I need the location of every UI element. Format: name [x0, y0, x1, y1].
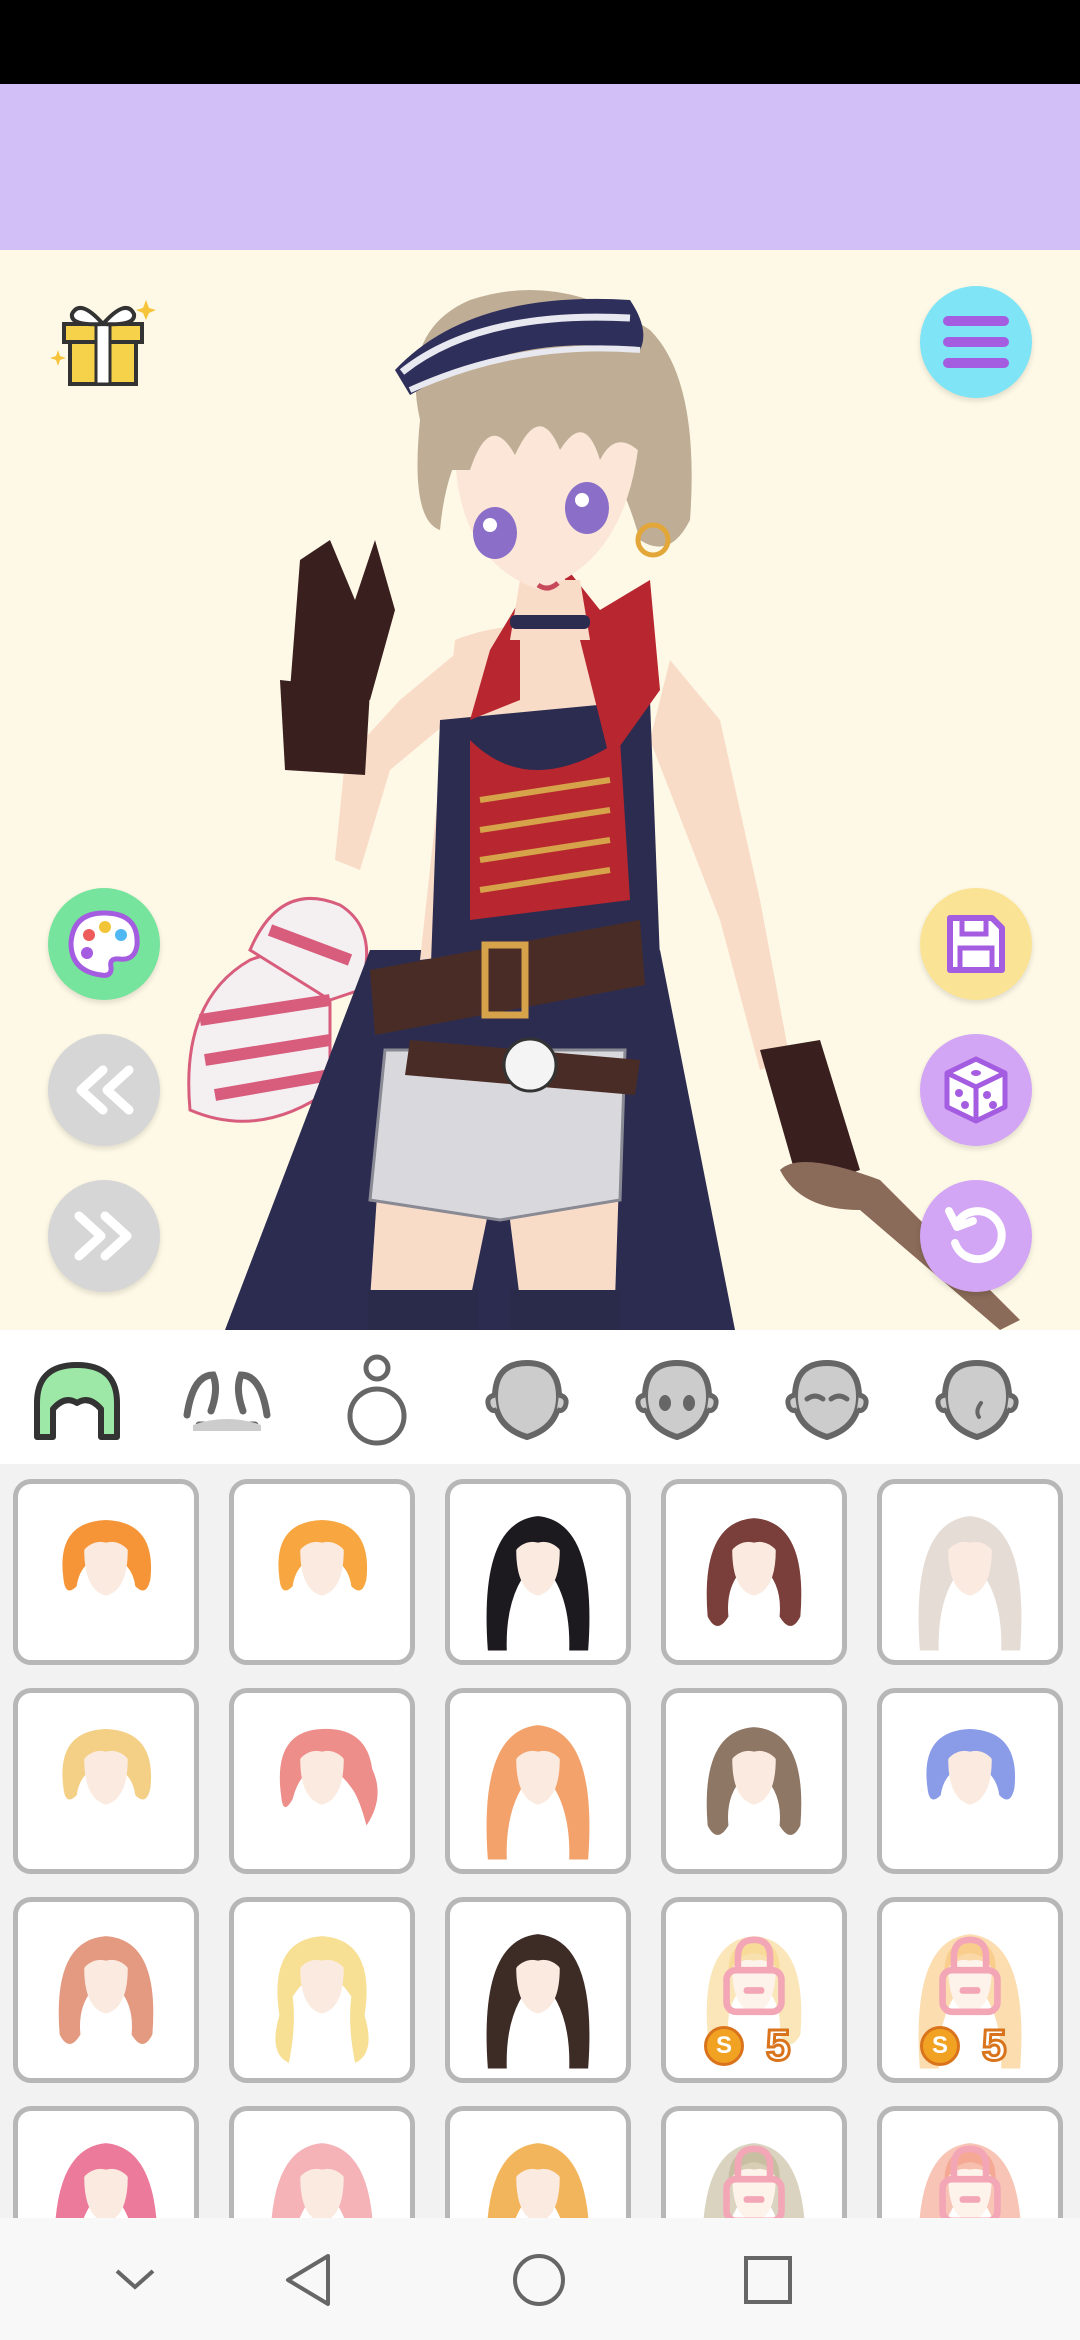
ad-banner[interactable] — [0, 84, 1080, 250]
tab-mouth[interactable] — [927, 1350, 1027, 1450]
previous-button[interactable] — [48, 1034, 160, 1146]
hair-item[interactable] — [445, 1897, 631, 2083]
mouth-icon — [935, 1359, 1019, 1441]
hair-thumbnail — [62, 1519, 152, 1596]
floppy-disk-icon — [947, 915, 1005, 973]
hair-item[interactable] — [229, 1479, 415, 1665]
recents-square-icon[interactable] — [733, 2248, 803, 2312]
hair-thumbnail — [271, 2143, 373, 2218]
hair-thumbnail — [62, 1728, 152, 1805]
hair-thumbnail — [486, 1725, 590, 1860]
hair-item[interactable]: S5 — [877, 1897, 1063, 2083]
body-icon — [347, 1354, 407, 1446]
hair-thumbnail — [275, 1936, 369, 2063]
hair-item[interactable] — [877, 1479, 1063, 1665]
category-tab-bar — [0, 1330, 1080, 1466]
hair-item[interactable]: S5 — [661, 2106, 847, 2218]
hair-thumbnail — [278, 1519, 368, 1596]
price-value: 5 — [980, 2021, 1008, 2070]
menu-button[interactable] — [920, 286, 1032, 398]
hair-item[interactable] — [13, 1688, 199, 1874]
home-circle-icon[interactable] — [504, 2248, 574, 2312]
hair-thumbnail — [919, 2143, 1021, 2218]
hair-thumbnail — [486, 1934, 590, 2069]
hair-item[interactable] — [13, 1479, 199, 1665]
next-button[interactable] — [48, 1180, 160, 1292]
hair-item[interactable] — [445, 1479, 631, 1665]
hair-item[interactable] — [13, 2106, 199, 2218]
hair-icon — [34, 1362, 120, 1440]
hair-item[interactable] — [229, 1897, 415, 2083]
hair-item[interactable] — [229, 2106, 415, 2218]
hair-thumbnail — [55, 2143, 157, 2218]
undo-icon — [945, 1207, 1006, 1264]
collapse-chevron-icon[interactable] — [100, 2248, 170, 2312]
bunny-ears-icon — [183, 1371, 271, 1431]
eyes-icon — [635, 1359, 719, 1441]
hair-thumbnail — [279, 1728, 378, 1826]
head-shape-icon — [485, 1359, 569, 1441]
coin-icon: S — [704, 2026, 744, 2066]
save-button[interactable] — [920, 888, 1032, 1000]
palette-icon — [68, 910, 140, 978]
double-chevron-left-icon — [76, 1065, 134, 1115]
hair-item[interactable]: S5 — [661, 1897, 847, 2083]
hair-thumbnail — [703, 2143, 805, 2218]
double-chevron-right-icon — [74, 1211, 132, 1261]
character-preview — [187, 290, 1020, 1330]
random-button[interactable] — [920, 1034, 1032, 1146]
tab-body[interactable] — [327, 1350, 427, 1450]
hair-thumbnail — [706, 1727, 802, 1835]
dice-icon — [944, 1056, 1008, 1124]
hair-thumbnail — [58, 1936, 154, 2044]
hair-item[interactable] — [13, 1897, 199, 2083]
price-value: 5 — [764, 2021, 792, 2070]
tab-eyes[interactable] — [627, 1350, 727, 1450]
coin-icon: S — [920, 2026, 960, 2066]
price-tag: S5 — [920, 2021, 1008, 2070]
tab-accessory-ears[interactable] — [177, 1350, 277, 1450]
status-bar — [0, 0, 1080, 84]
hair-thumbnail — [918, 1516, 1022, 1651]
price-tag: S5 — [704, 2021, 792, 2070]
hair-thumbnail — [487, 2143, 589, 2218]
reset-button[interactable] — [920, 1180, 1032, 1292]
hair-thumbnail — [486, 1516, 590, 1651]
tab-hair[interactable] — [27, 1350, 127, 1450]
hamburger-menu-icon — [943, 316, 1009, 368]
hair-thumbnail — [926, 1728, 1016, 1805]
hair-item-grid: S5S5S5S5 — [0, 1464, 1080, 2218]
tab-head-shape[interactable] — [477, 1350, 577, 1450]
gift-icon[interactable] — [50, 288, 160, 398]
hair-item[interactable] — [445, 2106, 631, 2218]
eyebrows-icon — [785, 1359, 869, 1441]
hair-item[interactable] — [445, 1688, 631, 1874]
color-palette-button[interactable] — [48, 888, 160, 1000]
hair-item[interactable] — [877, 1688, 1063, 1874]
hair-item[interactable] — [661, 1479, 847, 1665]
system-navigation-bar — [0, 2218, 1080, 2340]
tab-eyebrows[interactable] — [777, 1350, 877, 1450]
hair-item[interactable] — [229, 1688, 415, 1874]
back-triangle-icon[interactable] — [273, 2248, 343, 2312]
hair-item[interactable]: S5 — [877, 2106, 1063, 2218]
hair-item[interactable] — [661, 1688, 847, 1874]
hair-thumbnail — [706, 1518, 802, 1626]
character-stage — [0, 250, 1080, 1330]
